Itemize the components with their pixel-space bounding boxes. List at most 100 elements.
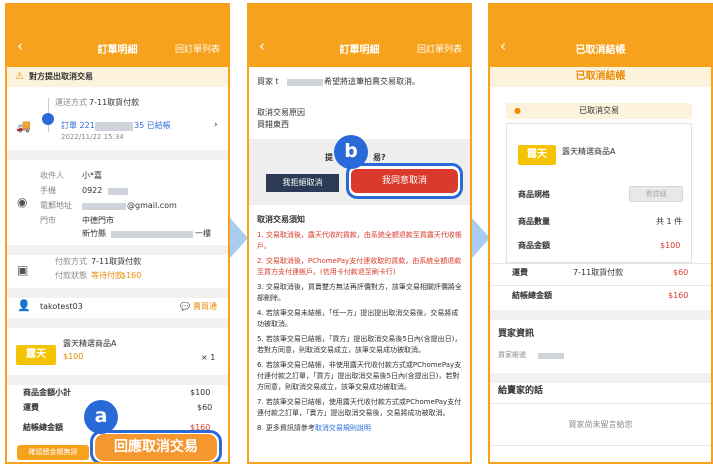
product-logo: 露天: [16, 345, 56, 365]
redacted-block: [538, 353, 564, 359]
reason-value: 買錯東西: [257, 120, 289, 129]
note-item: 6. 若該筆交易已結帳，非使用露天代收付款方式或PChomePay支付連付款之訂…: [257, 361, 462, 391]
subtotal-label: 商品金額小計: [23, 388, 71, 397]
shipping-label: 運費: [512, 268, 528, 277]
truck-icon: 🚚: [16, 119, 31, 133]
chat-link[interactable]: 賣買通: [193, 302, 217, 312]
product-logo: 露天: [518, 145, 556, 165]
buyer-info-title: 買家資訊: [498, 329, 535, 339]
notes-list: 1. 交易取消後，露天代收的貨款，由系統全額退款至買露天代收帳戶。 2. 交易取…: [257, 230, 465, 434]
user-icon: 👤: [17, 299, 31, 312]
store-label: 門市: [40, 216, 56, 225]
question-text-start: 提: [325, 153, 333, 162]
cancel-request-screen: ‹ 訂單明細 回訂單列表 買家 t 希望將這筆拍賣交易取消。 取消交易原因 買錯…: [247, 3, 472, 464]
payment-amount: $160: [121, 271, 142, 280]
note-section-title: 給賣家的話: [498, 386, 544, 396]
payment-method: 7-11取貨付款: [91, 257, 142, 266]
buyer-request-text: 希望將這筆拍賣交易取消。: [324, 77, 420, 86]
respond-cancel-button[interactable]: 回應取消交易: [95, 434, 217, 461]
qty-value: 共 1 件: [656, 217, 683, 226]
cancel-notice-text: 對方提出取消交易: [29, 72, 93, 81]
section-divider: [7, 245, 228, 255]
step-arrow-icon: [230, 218, 248, 258]
redacted-block: [95, 122, 133, 131]
note-item: 5. 若該筆交易已結帳，「買方」提出取消交易後5日內(含提出日)，若對方同意，則…: [257, 335, 462, 354]
note-item: 1. 交易取消後，露天代收的貨款，由系統全額退款至買露天代收帳戶。: [257, 231, 462, 250]
section-divider: [490, 373, 711, 383]
shipping-value: $60: [197, 403, 213, 412]
shipping-value: $60: [673, 268, 689, 277]
note-empty-text: 買家尚未留言給您: [568, 420, 633, 429]
amount-label: 商品金額: [518, 241, 550, 250]
total-label: 結帳總金額: [23, 423, 63, 432]
divider: [490, 263, 711, 264]
section-divider: [7, 318, 228, 328]
order-list-link[interactable]: 回訂單列表: [175, 42, 220, 55]
divider: [490, 445, 711, 446]
total-label: 結帳總金額: [512, 291, 552, 300]
section-divider: [490, 310, 711, 320]
callout-a: a: [84, 400, 118, 434]
location-pin-icon: [42, 113, 54, 125]
note-item: 7. 若該筆交易已結帳，使用露天代收付款方式或PChomePay支付連付款之訂單…: [257, 398, 462, 417]
email-label: 電郵地址: [40, 201, 72, 210]
recipient-name: 小*嘉: [82, 171, 102, 180]
order-date: 2022/11/22 15:34: [61, 133, 124, 141]
question-text-end: 易?: [373, 153, 386, 162]
subtotal-value: $100: [190, 388, 211, 397]
divider: [490, 403, 711, 404]
seller-name: takotest03: [40, 302, 83, 311]
note-item: 2. 交易取消後，PChomePay支付連收取的貨款，由系統全額退款至買方支付連…: [257, 257, 462, 276]
callout-b: b: [334, 135, 368, 169]
store-value: 中德門市: [82, 216, 114, 225]
payment-method-label: 付款方式: [55, 257, 87, 266]
status-banner-text: 已取消結帳: [575, 71, 626, 82]
divider: [490, 285, 711, 286]
cancel-rules-link[interactable]: 取消交易規則說明: [315, 424, 371, 432]
order-list-link[interactable]: 回訂單列表: [417, 42, 462, 55]
notes-title: 取消交易須知: [257, 215, 305, 224]
accept-cancel-button[interactable]: 我同意取消: [351, 169, 458, 193]
product-name[interactable]: 露天精選商品A: [63, 339, 116, 349]
note-item-8: 8. 更多資訊請參考取消交易規則說明: [257, 423, 465, 434]
delivery-value: 7-11取貨付款: [89, 98, 140, 107]
cancelled-checkout-screen: ‹ 已取消結帳 已取消結帳 ● 已取消交易 露天 露天精選商品A 商品規格 看詳…: [488, 3, 713, 464]
delivery-label: 運送方式: [55, 98, 87, 107]
section-divider: [7, 288, 228, 298]
app-header: ‹ 訂單明細 回訂單列表: [7, 5, 228, 67]
redacted-block: [111, 231, 193, 238]
buyer-account-label: 買家帳號: [498, 351, 526, 359]
note-item: 4. 若該筆交易未結帳，「任一方」提出提出取消交易後，交易將成功被取消。: [257, 309, 459, 328]
section-divider: [7, 150, 228, 160]
product-price: $100: [63, 352, 84, 361]
email-value: @gmail.com: [127, 201, 177, 210]
note8-prefix: 8. 更多資訊請參考: [257, 424, 315, 432]
warning-icon: ⚠: [15, 71, 24, 82]
spec-detail-button[interactable]: 看詳細: [629, 186, 683, 202]
chat-icon[interactable]: 💬: [180, 302, 190, 312]
buyer-prefix: 買家 t: [257, 77, 279, 86]
spec-label: 商品規格: [518, 190, 550, 199]
qty-label: 商品數量: [518, 217, 550, 226]
phone-label: 手機: [40, 186, 56, 195]
location-icon: ◉: [17, 195, 28, 209]
shipping-label: 運費: [23, 403, 39, 412]
confirm-total-button[interactable]: 確認總金額無誤: [17, 445, 89, 460]
cancelled-status-text: 已取消交易: [579, 106, 619, 115]
chevron-right-icon[interactable]: ›: [214, 120, 218, 131]
amount-value: $100: [660, 241, 681, 250]
app-header: ‹ 已取消結帳: [490, 5, 711, 67]
redacted-block: [287, 79, 323, 86]
page-title: 已取消結帳: [575, 45, 626, 56]
phone-value: 0922: [82, 186, 103, 195]
payment-status-label: 付款狀態: [55, 271, 87, 280]
reject-cancel-button[interactable]: 我拒絕取消: [266, 174, 339, 192]
shipping-method: 7-11取貨付款: [573, 268, 624, 277]
note-item: 3. 交易取消後，買賣雙方無法再評價對方，該筆交易相關評價將全部刪除。: [257, 283, 462, 302]
order-number-suffix[interactable]: 35 已結帳: [134, 121, 171, 131]
wallet-icon: ▣: [17, 263, 29, 277]
reason-label: 取消交易原因: [257, 108, 305, 117]
redacted-block: [108, 188, 128, 195]
product-qty: × 1: [201, 353, 216, 362]
product-name[interactable]: 露天精選商品A: [562, 147, 615, 157]
